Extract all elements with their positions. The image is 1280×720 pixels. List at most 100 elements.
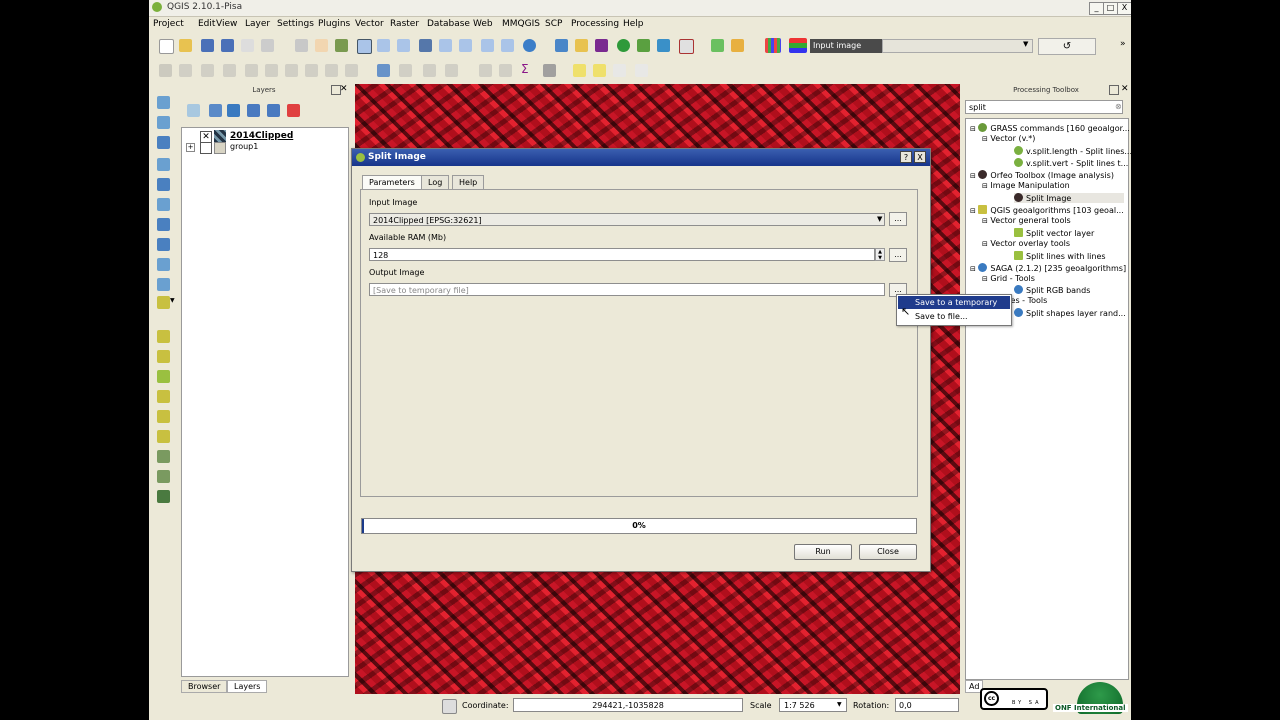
- tree-node-vector-general[interactable]: ⊟ Vector general tools: [982, 216, 1071, 225]
- tree-item-split-shapes[interactable]: Split shapes layer rand...: [1014, 308, 1126, 318]
- menu-mmqgis[interactable]: MMQGIS: [502, 19, 540, 29]
- layers-tool-icon[interactable]: [637, 39, 650, 52]
- expand-icon[interactable]: +: [186, 143, 195, 152]
- plugin-tool-icon[interactable]: [157, 450, 170, 463]
- plugin-tool-icon[interactable]: [157, 410, 170, 423]
- mmqgis-icon[interactable]: [575, 39, 588, 52]
- add-mssql-layer-icon[interactable]: [157, 178, 170, 191]
- ram-browse-button[interactable]: ...: [889, 248, 907, 262]
- add-delimited-text-icon[interactable]: [157, 278, 170, 291]
- menu-plugins[interactable]: Plugins: [318, 19, 350, 29]
- close-icon[interactable]: ✕: [1121, 84, 1129, 94]
- menu-web[interactable]: Web: [473, 19, 493, 29]
- tree-item-v-split-vert[interactable]: v.split.vert - Split lines t...: [1014, 158, 1128, 168]
- new-print-composer-icon[interactable]: [241, 39, 254, 52]
- toggle-editing-icon[interactable]: [179, 64, 192, 77]
- menu-item-save-temporary[interactable]: Save to a temporary file: [898, 296, 1010, 320]
- plugin-tool-icon[interactable]: [157, 390, 170, 403]
- tree-item-split-rgb[interactable]: Split RGB bands: [1014, 285, 1090, 295]
- menu-project[interactable]: Project: [153, 19, 184, 29]
- group-checkbox[interactable]: [200, 142, 212, 154]
- node-tool-icon[interactable]: [265, 64, 278, 77]
- rgb-composite-icon[interactable]: [789, 38, 807, 53]
- add-wms-layer-icon[interactable]: [157, 218, 170, 231]
- layer-name-group1[interactable]: group1: [230, 142, 258, 151]
- tree-item-split-lines[interactable]: Split lines with lines: [1014, 251, 1106, 261]
- dialog-help-button[interactable]: ?: [900, 151, 912, 163]
- tab-layers[interactable]: Layers: [227, 680, 268, 693]
- tab-browser[interactable]: Browser: [181, 680, 228, 693]
- menu-processing[interactable]: Processing: [571, 19, 619, 29]
- composer-manager-icon[interactable]: [261, 39, 274, 52]
- dialog-close-button[interactable]: X: [914, 151, 926, 163]
- input-image-browse-button[interactable]: ...: [889, 212, 907, 226]
- tree-node-vector-overlay[interactable]: ⊟ Vector overlay tools: [982, 239, 1070, 248]
- collapse-all-icon[interactable]: [267, 104, 280, 117]
- measure-line-icon[interactable]: [543, 64, 556, 77]
- plugin-tool-icon[interactable]: [157, 350, 170, 363]
- menu-raster[interactable]: Raster: [390, 19, 419, 29]
- add-raster-layer-icon[interactable]: [157, 116, 170, 129]
- python-console-icon[interactable]: [555, 39, 568, 52]
- cut-features-icon[interactable]: [305, 64, 318, 77]
- save-project-icon[interactable]: [201, 39, 214, 52]
- new-shapefile-icon[interactable]: [157, 296, 170, 309]
- menu-scp[interactable]: SCP: [545, 19, 562, 29]
- save-as-icon[interactable]: [221, 39, 234, 52]
- input-image-select[interactable]: 2014Clipped [EPSG:32621]: [369, 213, 885, 226]
- delete-selected-icon[interactable]: [285, 64, 298, 77]
- tree-item-split-vector-layer[interactable]: Split vector layer: [1014, 228, 1094, 238]
- tree-node-grass[interactable]: ⊟ GRASS commands [160 geoalgor...: [970, 123, 1130, 133]
- processing-icon[interactable]: [617, 39, 630, 52]
- plugin-tool-icon[interactable]: [157, 470, 170, 483]
- add-wfs-layer-icon[interactable]: [157, 258, 170, 271]
- coordinate-field[interactable]: 294421,-1035828: [513, 698, 743, 712]
- plugin-tool-icon[interactable]: [157, 330, 170, 343]
- pan-icon[interactable]: [315, 39, 328, 52]
- scp-refresh-button[interactable]: ↺: [1038, 38, 1096, 55]
- tree-node-qgis-geoalgorithms[interactable]: ⊟ QGIS geoalgorithms [103 geoal...: [970, 205, 1124, 215]
- tree-node-vector[interactable]: ⊟ Vector (v.*): [982, 134, 1035, 143]
- chevron-down-icon[interactable]: ▼: [170, 297, 175, 304]
- chevron-down-icon[interactable]: ▼: [837, 701, 842, 708]
- close-icon[interactable]: ✕: [340, 84, 348, 94]
- minimize-button[interactable]: _: [1089, 2, 1104, 15]
- zoom-in-icon[interactable]: [357, 39, 372, 54]
- add-vector-layer-icon[interactable]: [157, 96, 170, 109]
- raster-tool-icon[interactable]: [657, 39, 670, 52]
- annotation-icon[interactable]: [573, 64, 586, 77]
- new-project-icon[interactable]: [159, 39, 174, 54]
- add-postgis-layer-icon[interactable]: [157, 136, 170, 149]
- toggle-extents-icon[interactable]: [442, 699, 457, 714]
- paste-features-icon[interactable]: [345, 64, 358, 77]
- maximize-button[interactable]: □: [1103, 2, 1118, 15]
- layer-name-2014clipped[interactable]: 2014Clipped: [230, 131, 293, 141]
- move-feature-icon[interactable]: [245, 64, 258, 77]
- tree-item-v-split-length[interactable]: v.split.length - Split lines...: [1014, 146, 1131, 156]
- zoom-scale-icon[interactable]: [397, 39, 410, 52]
- zoom-to-layer-icon[interactable]: [459, 39, 472, 52]
- chevron-down-icon[interactable]: ▼: [877, 215, 882, 223]
- text-annotation-icon[interactable]: [593, 64, 606, 77]
- rotation-spinbox[interactable]: 0,0: [895, 698, 959, 712]
- tree-node-saga[interactable]: ⊟ SAGA (2.1.2) [235 geoalgorithms]: [970, 263, 1126, 273]
- touch-zoom-icon[interactable]: [295, 39, 308, 52]
- tab-help[interactable]: Help: [452, 175, 485, 189]
- open-layer-styling-icon[interactable]: [187, 104, 200, 117]
- menu-vector[interactable]: Vector: [355, 19, 384, 29]
- menu-database[interactable]: Database: [427, 19, 470, 29]
- add-oracle-layer-icon[interactable]: [157, 198, 170, 211]
- map-tips-icon[interactable]: [635, 64, 648, 77]
- current-edits-icon[interactable]: [159, 64, 172, 77]
- open-project-icon[interactable]: [179, 39, 192, 52]
- tab-parameters[interactable]: Parameters: [362, 175, 422, 190]
- close-window-button[interactable]: X: [1117, 2, 1131, 15]
- plugin-tool-icon[interactable]: [157, 370, 170, 383]
- statistics-sum-icon[interactable]: Σ: [521, 62, 529, 76]
- band-set-icon[interactable]: [765, 38, 781, 53]
- copy-features-icon[interactable]: [325, 64, 338, 77]
- tree-item-split-image[interactable]: Split Image: [1014, 193, 1124, 203]
- menu-layer[interactable]: Layer: [245, 19, 270, 29]
- add-feature-icon[interactable]: [223, 64, 236, 77]
- tree-node-image-manipulation[interactable]: ⊟ Image Manipulation: [982, 181, 1070, 190]
